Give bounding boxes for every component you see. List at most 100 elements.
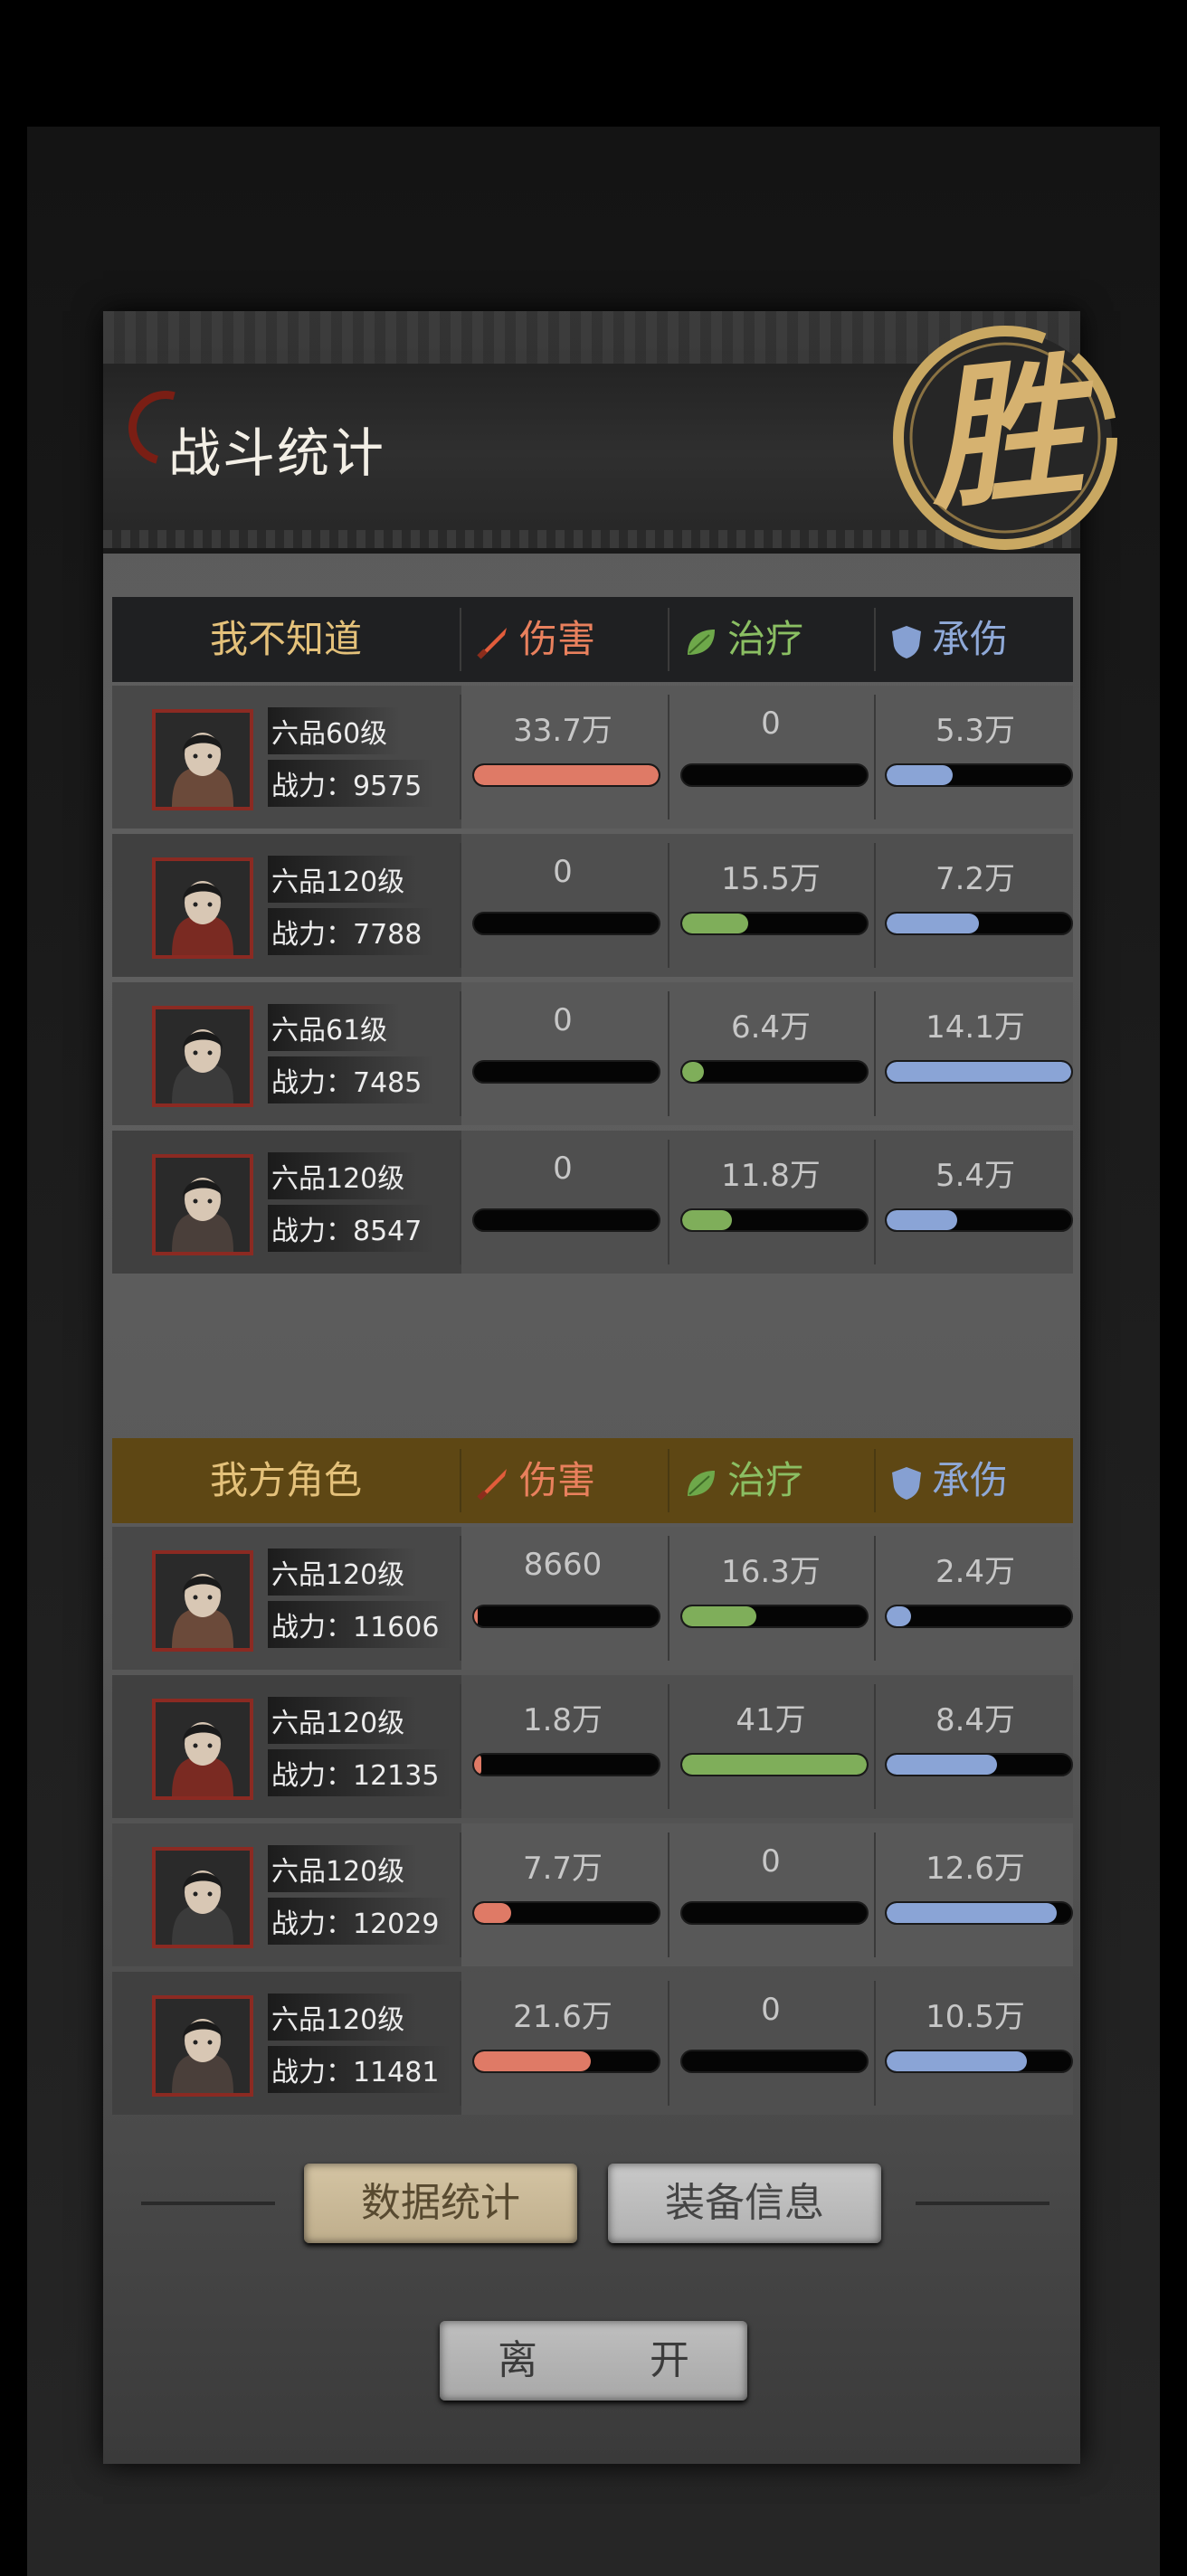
leaf-icon [688,1470,715,1496]
heal-bar [680,1060,869,1084]
damage-cell: 0 [467,982,673,1125]
tank-value: 10.5万 [926,1999,1025,2035]
character-level: 六品120级 [268,1994,418,2041]
character-portrait[interactable] [152,857,253,959]
divider [460,843,461,968]
character-portrait[interactable] [152,1847,253,1948]
damage-cell: 33.7万 [467,686,673,829]
damage-bar [472,1753,660,1776]
damage-value: 21.6万 [513,1999,612,2035]
damage-label: 伤害 [519,617,596,661]
heal-label: 治疗 [727,617,804,661]
tank-cell: 7.2万 [879,834,1086,977]
damage-cell: 0 [467,834,673,977]
damage-value: 0 [553,1151,573,1187]
character-portrait[interactable] [152,1995,253,2097]
heal-bar [680,1901,869,1925]
heal-cell: 41万 [675,1675,881,1818]
tank-cell: 10.5万 [879,1972,1086,2115]
heal-label: 治疗 [727,1458,804,1502]
leaf-icon [688,629,715,655]
divider [460,1833,461,1957]
damage-bar [472,1060,660,1084]
divider [668,991,669,1116]
portrait-icon [156,1702,250,1796]
character-portrait[interactable] [152,1550,253,1652]
character-portrait[interactable] [152,709,253,810]
tank-value: 8.4万 [935,1702,1016,1738]
character-power: 战力：9575 [268,760,435,807]
heal-value: 16.3万 [721,1554,821,1590]
tank-value: 5.4万 [935,1158,1016,1194]
character-portrait[interactable] [152,1699,253,1800]
heal-cell: 16.3万 [675,1527,881,1670]
tank-bar [885,1753,1073,1776]
tank-value: 14.1万 [926,1009,1025,1046]
heal-value: 0 [761,1843,781,1880]
tank-bar [885,912,1073,935]
ally-character-row: 六品120级 战力：12029 7.7万 0 12.6万 [112,1823,1073,1966]
character-level: 六品120级 [268,1845,418,1892]
heal-value: 0 [761,706,781,742]
character-level: 六品60级 [268,707,401,754]
portrait-icon [156,1009,250,1103]
divider-line-right [916,2202,1049,2205]
divider-line-left [141,2202,275,2205]
page-title: 战斗统计 [168,422,386,484]
tank-bar [885,1208,1073,1232]
tank-label: 承伤 [932,1458,1009,1502]
divider [874,991,876,1116]
damage-value: 33.7万 [513,713,612,749]
ally-team-name: 我方角色 [209,1458,362,1502]
divider [874,608,876,671]
damage-bar [472,1605,660,1628]
damage-column-header: 伤害 [474,597,595,682]
divider [460,1536,461,1661]
tank-bar [885,1901,1073,1925]
tank-value: 2.4万 [935,1554,1016,1590]
character-power: 战力：8547 [268,1205,435,1252]
data-stats-tab[interactable]: 数据统计 [304,2164,577,2243]
heal-value: 15.5万 [721,861,821,897]
character-power: 战力：7485 [268,1056,435,1103]
portrait-icon [156,1554,250,1648]
damage-value: 7.7万 [522,1851,603,1887]
character-level: 六品61级 [268,1004,401,1051]
equipment-info-tab[interactable]: 装备信息 [608,2164,881,2243]
damage-bar [472,2050,660,2073]
divider [668,1833,669,1957]
tank-bar [885,763,1073,787]
character-level: 六品120级 [268,1152,418,1199]
damage-bar [472,1901,660,1925]
heal-bar [680,763,869,787]
tank-bar [885,1605,1073,1628]
tank-cell: 2.4万 [879,1527,1086,1670]
divider [874,1833,876,1957]
damage-cell: 0 [467,1131,673,1274]
damage-column-header: 伤害 [474,1438,595,1523]
heal-value: 6.4万 [730,1009,812,1046]
damage-value: 8660 [523,1547,603,1583]
tank-value: 12.6万 [926,1851,1025,1887]
heal-bar-fill [682,1210,733,1230]
tank-bar-fill [887,1903,1057,1923]
divider [460,1140,461,1264]
portrait-icon [156,713,250,807]
character-portrait[interactable] [152,1154,253,1255]
ally-character-row: 六品120级 战力：11481 21.6万 0 10.5万 [112,1972,1073,2115]
divider [668,1684,669,1809]
damage-label: 伤害 [519,1458,596,1502]
divider [668,1981,669,2106]
character-power: 战力：11606 [268,1601,452,1648]
tank-bar-fill [887,1062,1071,1082]
damage-value: 1.8万 [522,1702,603,1738]
character-portrait[interactable] [152,1006,253,1107]
heal-cell: 0 [675,686,881,829]
enemy-character-row: 六品120级 战力：8547 0 11.8万 5.4万 [112,1131,1073,1274]
heal-cell: 15.5万 [675,834,881,977]
leave-button[interactable]: 离 开 [440,2321,747,2401]
tank-cell: 8.4万 [879,1675,1086,1818]
divider [460,1684,461,1809]
sword-icon [477,1468,507,1501]
heal-cell: 0 [675,1972,881,2115]
